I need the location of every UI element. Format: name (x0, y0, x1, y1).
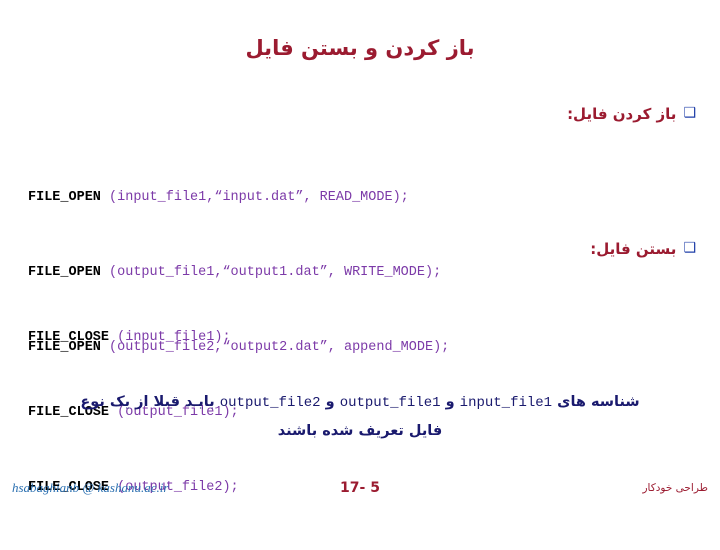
code-line: FILE_CLOSE (input_file1); (28, 325, 239, 350)
note-identifier-1: input_file1 (459, 395, 553, 411)
footer-course-label: طراحی خودکار (642, 482, 708, 494)
note-conj-2: و (325, 394, 335, 410)
page-title: باز کردن و بستن فایل (245, 36, 475, 60)
code-args: (input_file1,“input.dat”, READ_MODE); (109, 190, 409, 205)
code-fn: FILE_OPEN (28, 190, 101, 205)
code-line: FILE_OPEN (input_file1,“input.dat”, READ… (28, 185, 449, 210)
section-heading-open-label: باز کردن فایل: (567, 105, 677, 123)
note-text: شناسه های input_file1 و output_file1 و o… (40, 388, 680, 445)
note-identifier-3: output_file2 (219, 395, 321, 411)
section-heading-close: ❑ بستن فایل: (590, 240, 696, 258)
footer-page-number: 17- 5 (340, 480, 380, 496)
note-identifier-2: output_file1 (339, 395, 441, 411)
code-args: (input_file1); (117, 330, 231, 345)
section-heading-close-label: بستن فایل: (590, 240, 677, 258)
note-line-2: فایل تعریف شده باشند (277, 423, 443, 439)
bullet-square-icon: ❑ (683, 105, 696, 121)
section-heading-open: ❑ باز کردن فایل: (567, 105, 696, 123)
bullet-square-icon: ❑ (683, 240, 696, 256)
note-suffix: بایـد قبلا از یک نوع (80, 394, 215, 410)
slide: باز کردن و بستن فایل ❑ باز کردن فایل: FI… (0, 0, 720, 510)
note-conj-1: و (445, 394, 455, 410)
note-prefix: شناسه های (557, 394, 640, 410)
code-fn: FILE_CLOSE (28, 330, 110, 345)
